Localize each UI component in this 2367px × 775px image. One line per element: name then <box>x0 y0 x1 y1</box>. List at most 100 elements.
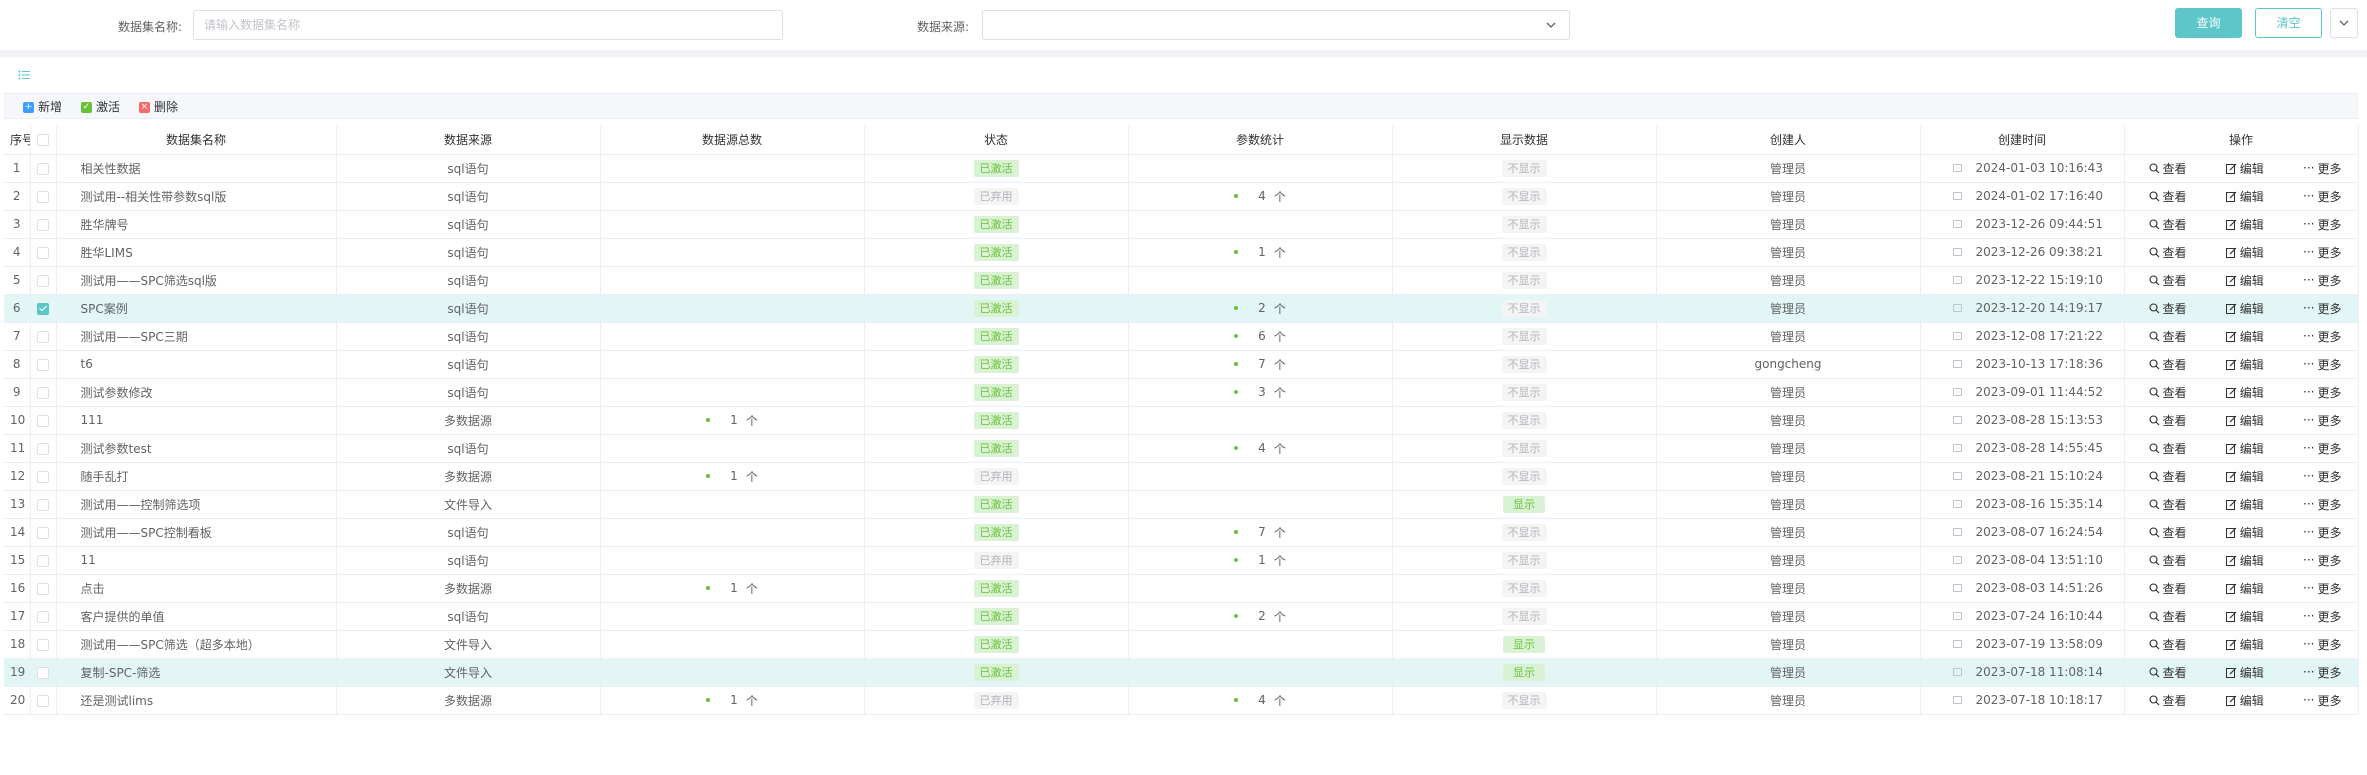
table-row[interactable]: 16 点击 多数据源 1 个 已激活 不显示 管理员 2023-08-03 14:51:26 查看… <box>4 574 2359 603</box>
more-button[interactable]: ··· 更多 <box>2303 636 2341 653</box>
more-button[interactable]: ··· 更多 <box>2303 664 2341 681</box>
table-row[interactable]: 9 测试参数修改 sql语句 已激活 3 个 不显示 管理员 2023-09-01 11:44:… <box>4 378 2359 407</box>
edit-button[interactable]: 编辑 <box>2225 216 2264 233</box>
row-checkbox[interactable] <box>37 386 49 399</box>
more-button[interactable]: ··· 更多 <box>2303 692 2341 709</box>
view-button[interactable]: 查看 <box>2148 356 2187 373</box>
more-button[interactable]: ··· 更多 <box>2303 468 2341 485</box>
edit-button[interactable]: 编辑 <box>2225 412 2264 429</box>
more-button[interactable]: ··· 更多 <box>2303 300 2341 317</box>
row-checkbox[interactable] <box>37 246 49 259</box>
row-checkbox[interactable] <box>37 638 49 651</box>
more-button[interactable]: ··· 更多 <box>2303 216 2341 233</box>
view-button[interactable]: 查看 <box>2148 580 2187 597</box>
row-checkbox[interactable] <box>37 610 49 623</box>
edit-button[interactable]: 编辑 <box>2225 468 2264 485</box>
table-row[interactable]: 19 复制-SPC-筛选 文件导入 已激活 显示 管理员 2023-07-18 11:08:… <box>4 658 2359 687</box>
edit-button[interactable]: 编辑 <box>2225 440 2264 457</box>
row-checkbox[interactable] <box>37 358 49 371</box>
view-button[interactable]: 查看 <box>2148 608 2187 625</box>
more-button[interactable]: ··· 更多 <box>2303 412 2341 429</box>
list-settings-icon[interactable] <box>18 69 30 83</box>
row-checkbox[interactable] <box>37 442 49 455</box>
more-button[interactable]: ··· 更多 <box>2303 440 2341 457</box>
row-checkbox[interactable] <box>37 274 49 287</box>
row-checkbox[interactable] <box>37 302 49 315</box>
table-row[interactable]: 15 11 sql语句 已弃用 1 个 不显示 管理员 2023-08-04 13:51:10 查… <box>4 546 2359 575</box>
table-row[interactable]: 18 测试用——SPC筛选（超多本地） 文件导入 已激活 显示 管理员 2023-07-19… <box>4 630 2359 659</box>
table-row[interactable]: 6 SPC案例 sql语句 已激活 2 个 不显示 管理员 2023-12-20 14:19:1… <box>4 294 2359 323</box>
edit-button[interactable]: 编辑 <box>2225 496 2264 513</box>
table-row[interactable]: 12 随手乱打 多数据源 1 个 已弃用 不显示 管理员 2023-08-21 15:10:24… <box>4 462 2359 491</box>
row-checkbox[interactable] <box>37 554 49 567</box>
more-button[interactable]: ··· 更多 <box>2303 188 2341 205</box>
table-row[interactable]: 2 测试用--相关性带参数sql版 sql语句 已弃用 4 个 不显示 管理员 2024-01-… <box>4 182 2359 211</box>
dataset-name-input[interactable] <box>194 11 782 39</box>
edit-button[interactable]: 编辑 <box>2225 272 2264 289</box>
edit-button[interactable]: 编辑 <box>2225 328 2264 345</box>
table-row[interactable]: 10 111 多数据源 1 个 已激活 不显示 管理员 2023-08-28 15:13:53 查… <box>4 406 2359 435</box>
more-button[interactable]: ··· 更多 <box>2303 384 2341 401</box>
edit-button[interactable]: 编辑 <box>2225 664 2264 681</box>
view-button[interactable]: 查看 <box>2148 216 2187 233</box>
row-checkbox[interactable] <box>37 526 49 539</box>
table-row[interactable]: 5 测试用——SPC筛选sql版 sql语句 已激活 不显示 管理员 2023-12-22 … <box>4 266 2359 295</box>
view-button[interactable]: 查看 <box>2148 440 2187 457</box>
view-button[interactable]: 查看 <box>2148 552 2187 569</box>
view-button[interactable]: 查看 <box>2148 384 2187 401</box>
edit-button[interactable]: 编辑 <box>2225 188 2264 205</box>
table-row[interactable]: 14 测试用——SPC控制看板 sql语句 已激活 7 个 不显示 管理员 2023-08-07… <box>4 518 2359 547</box>
table-row[interactable]: 11 测试参数test sql语句 已激活 4 个 不显示 管理员 2023-08-28 14:… <box>4 434 2359 463</box>
view-button[interactable]: 查看 <box>2148 328 2187 345</box>
row-checkbox[interactable] <box>37 330 49 343</box>
table-row[interactable]: 20 还是测试lims 多数据源 1 个已弃用 4 个不显示 管理员 2023-07-18 10… <box>4 686 2359 715</box>
more-button[interactable]: ··· 更多 <box>2303 608 2341 625</box>
edit-button[interactable]: 编辑 <box>2225 244 2264 261</box>
view-button[interactable]: 查看 <box>2148 496 2187 513</box>
row-checkbox[interactable] <box>37 470 49 483</box>
edit-button[interactable]: 编辑 <box>2225 580 2264 597</box>
clear-button[interactable]: 清空 <box>2255 8 2322 38</box>
row-checkbox[interactable] <box>37 414 49 427</box>
row-checkbox[interactable] <box>37 162 49 175</box>
table-row[interactable]: 1 相关性数据 sql语句 已激活 不显示 管理员 2024-01-03 10:16:43 查… <box>4 154 2359 183</box>
view-button[interactable]: 查看 <box>2148 272 2187 289</box>
view-button[interactable]: 查看 <box>2148 692 2187 709</box>
edit-button[interactable]: 编辑 <box>2225 692 2264 709</box>
more-button[interactable]: ··· 更多 <box>2303 272 2341 289</box>
table-row[interactable]: 8 t6 sql语句 已激活 7 个 不显示 gongcheng 2023-10-13 17:1… <box>4 350 2359 379</box>
table-row[interactable]: 13 测试用——控制筛选项 文件导入 已激活 显示 管理员 2023-08-16 15:35… <box>4 490 2359 519</box>
delete-button[interactable]: × 删除 <box>139 99 178 115</box>
edit-button[interactable]: 编辑 <box>2225 384 2264 401</box>
view-button[interactable]: 查看 <box>2148 160 2187 177</box>
row-checkbox[interactable] <box>37 582 49 595</box>
view-button[interactable]: 查看 <box>2148 468 2187 485</box>
add-button[interactable]: + 新增 <box>23 99 62 115</box>
edit-button[interactable]: 编辑 <box>2225 524 2264 541</box>
table-row[interactable]: 3 胜华牌号 sql语句 已激活 不显示 管理员 2023-12-26 09:44:51 查看… <box>4 210 2359 239</box>
row-checkbox[interactable] <box>37 666 49 679</box>
data-source-select[interactable] <box>982 10 1570 40</box>
edit-button[interactable]: 编辑 <box>2225 300 2264 317</box>
more-button[interactable]: ··· 更多 <box>2303 160 2341 177</box>
row-checkbox[interactable] <box>37 190 49 203</box>
table-row[interactable]: 7 测试用——SPC三期 sql语句 已激活 6 个 不显示 管理员 2023-12-08 17… <box>4 322 2359 351</box>
row-checkbox[interactable] <box>37 218 49 231</box>
edit-button[interactable]: 编辑 <box>2225 608 2264 625</box>
view-button[interactable]: 查看 <box>2148 664 2187 681</box>
edit-button[interactable]: 编辑 <box>2225 160 2264 177</box>
row-checkbox[interactable] <box>37 498 49 511</box>
view-button[interactable]: 查看 <box>2148 636 2187 653</box>
select-all-checkbox[interactable] <box>37 134 49 147</box>
edit-button[interactable]: 编辑 <box>2225 356 2264 373</box>
table-row[interactable]: 4 胜华LIMS sql语句 已激活 1 个 不显示 管理员 2023-12-26 09:38:… <box>4 238 2359 267</box>
more-button[interactable]: ··· 更多 <box>2303 524 2341 541</box>
view-button[interactable]: 查看 <box>2148 524 2187 541</box>
table-row[interactable]: 17 客户提供的单值 sql语句 已激活 2 个 不显示 管理员 2023-07-24 16:1… <box>4 602 2359 631</box>
view-button[interactable]: 查看 <box>2148 412 2187 429</box>
more-button[interactable]: ··· 更多 <box>2303 356 2341 373</box>
more-button[interactable]: ··· 更多 <box>2303 244 2341 261</box>
more-button[interactable]: ··· 更多 <box>2303 552 2341 569</box>
activate-button[interactable]: ✓ 激活 <box>81 99 120 115</box>
collapse-toggle-button[interactable] <box>2330 8 2358 38</box>
